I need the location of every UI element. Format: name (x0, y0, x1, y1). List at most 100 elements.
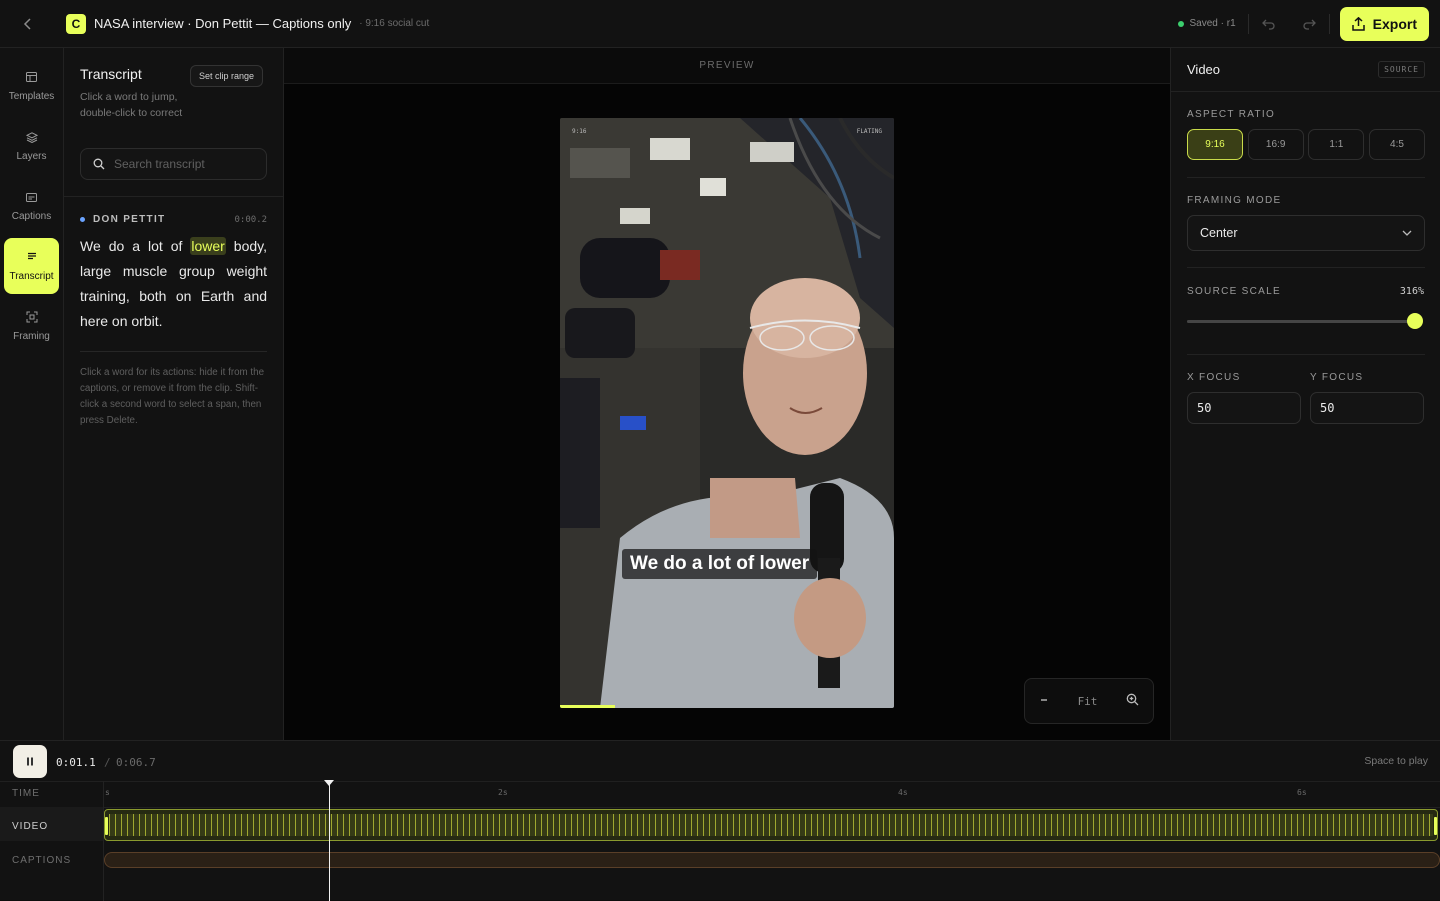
saved-dot-icon (1177, 20, 1184, 27)
aspect-ratio-options: 9:16 16:9 1:1 4:5 (1187, 129, 1425, 160)
aspect-option-9-16[interactable]: 9:16 (1187, 129, 1243, 160)
rail-item-label: Captions (11, 211, 52, 222)
project-title[interactable]: NASA interview · Don Pettit — Captions o… (94, 16, 351, 31)
project-subtitle: · 9:16 social cut (359, 18, 430, 29)
slider-thumb[interactable] (1407, 313, 1423, 329)
transcript-panel: Transcript Click a word to jump, double-… (64, 48, 284, 740)
framing-icon (25, 310, 39, 324)
time-separator: / (104, 756, 111, 769)
video-track-label[interactable]: VIDEO (12, 821, 48, 832)
transcript-word[interactable]: and (244, 288, 267, 304)
search-input[interactable] (114, 157, 264, 171)
playhead-handle[interactable] (324, 780, 334, 786)
y-focus-label: Y FOCUS (1310, 372, 1364, 383)
transcript-word[interactable]: muscle (123, 263, 167, 279)
layers-icon (25, 130, 39, 144)
y-focus-input[interactable] (1310, 392, 1424, 424)
set-clip-range-button[interactable]: Set clip range (190, 65, 264, 87)
rail-item-label: Framing (13, 331, 50, 342)
video-frame[interactable]: 9:16 FLATING We do a lot of lower (560, 118, 894, 708)
transcript-word[interactable]: do (109, 238, 125, 254)
undo-button[interactable] (1249, 0, 1289, 48)
rail-item-transcript[interactable]: Transcript (4, 238, 59, 294)
templates-icon (25, 70, 39, 84)
captions-clip[interactable] (104, 852, 1440, 868)
zoom-in-button[interactable] (1126, 693, 1139, 709)
transcript-word[interactable]: on (176, 288, 192, 304)
transcript-word[interactable]: training, (80, 288, 130, 304)
source-scale-label: SOURCE SCALE (1187, 286, 1281, 297)
transcript-word[interactable]: a (132, 238, 140, 254)
transcript-word[interactable]: both (139, 288, 166, 304)
transcript-text: We do a lot of lower body, large muscle … (80, 234, 267, 334)
aspect-option-16-9[interactable]: 16:9 (1247, 129, 1304, 160)
playhead[interactable] (324, 780, 334, 901)
framing-mode-select[interactable]: Center (1187, 215, 1425, 251)
transcript-help: Click a word for its actions: hide it fr… (80, 367, 265, 426)
transcript-word[interactable]: group (179, 263, 215, 279)
time-tick: s (105, 788, 110, 797)
clip-end-handle[interactable] (1434, 817, 1437, 835)
redo-button[interactable] (1289, 0, 1329, 48)
video-clip[interactable] (104, 809, 1438, 841)
transcript-word[interactable]: We (80, 238, 101, 254)
section-divider (1187, 267, 1425, 268)
aspect-option-1-1[interactable]: 1:1 (1308, 129, 1365, 160)
pause-icon (27, 757, 33, 766)
transcript-title: Transcript (80, 66, 142, 82)
transcript-description: Click a word to jump, double-click to co… (80, 91, 183, 119)
export-button[interactable]: Export (1339, 6, 1429, 41)
export-label: Export (1372, 15, 1417, 32)
time-ruler[interactable]: s 2s 4s 6s (104, 781, 1440, 807)
aspect-option-4-5[interactable]: 4:5 (1368, 129, 1425, 160)
app-logo: C (66, 13, 86, 34)
rail-item-framing[interactable]: Framing (4, 298, 59, 354)
header-divider (1328, 13, 1330, 34)
time-tick: 2s (498, 788, 508, 797)
rail-item-templates[interactable]: Templates (4, 58, 59, 114)
zoom-out-button[interactable] (1039, 695, 1049, 708)
rail-item-captions[interactable]: Captions (4, 178, 59, 234)
transcript-word[interactable]: weight (227, 263, 267, 279)
transcript-word[interactable]: Earth (201, 288, 234, 304)
clip-start-handle[interactable] (105, 817, 108, 835)
panel-divider (64, 196, 283, 197)
time-tick: 4s (898, 788, 908, 797)
back-button[interactable] (0, 0, 56, 48)
transcript-word[interactable]: lower (190, 237, 226, 255)
left-rail: Templates Layers Captions Transcript Fra… (0, 48, 64, 740)
source-scale-value: 316% (1399, 286, 1424, 297)
section-divider (1187, 354, 1425, 355)
transcript-word[interactable]: of (171, 238, 183, 254)
x-focus-input[interactable] (1187, 392, 1301, 424)
video-scene-image (560, 118, 894, 708)
redo-icon (1303, 19, 1316, 30)
transcript-word[interactable]: body, (234, 238, 267, 254)
captions-icon (25, 190, 39, 204)
zoom-controls: Fit (1024, 678, 1154, 724)
transcript-word[interactable]: orbit. (131, 313, 162, 329)
source-badge: SOURCE (1378, 61, 1425, 78)
rail-item-layers[interactable]: Layers (4, 118, 59, 174)
transcript-word[interactable]: lot (148, 238, 163, 254)
rail-item-label: Transcript (9, 271, 54, 282)
transcript-word[interactable]: large (80, 263, 111, 279)
minus-icon (1041, 698, 1047, 701)
video-settings-panel: Video SOURCE ASPECT RATIO 9:16 16:9 1:1 … (1170, 48, 1440, 740)
segment-timestamp[interactable]: 0:00.2 (234, 215, 267, 225)
framing-mode-value: Center (1200, 226, 1238, 240)
video-panel-header: Video SOURCE (1171, 48, 1440, 92)
captions-track-label[interactable]: CAPTIONS (12, 855, 71, 866)
total-time: 0:06.7 (116, 756, 156, 769)
transcript-word[interactable]: here (80, 313, 108, 329)
preview-header: PREVIEW (284, 48, 1170, 84)
chevron-down-icon (1402, 230, 1412, 236)
aspect-ratio-label: ASPECT RATIO (1187, 109, 1276, 120)
transcript-search (80, 148, 267, 180)
transcript-word[interactable]: on (112, 313, 128, 329)
chevron-left-icon (23, 17, 31, 30)
source-scale-slider[interactable] (1187, 313, 1423, 329)
caption-overlay[interactable]: We do a lot of lower (622, 549, 818, 579)
zoom-fit-button[interactable]: Fit (1078, 695, 1098, 708)
pause-button[interactable] (13, 745, 47, 778)
